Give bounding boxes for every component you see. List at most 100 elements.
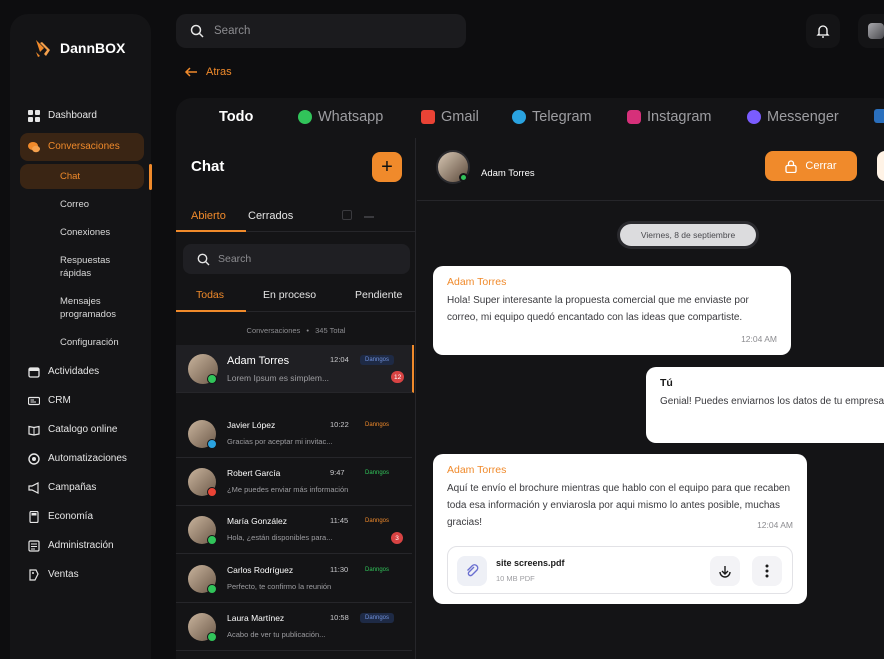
- tab-indicator: [176, 230, 246, 232]
- contact-name: Adam Torres: [227, 355, 290, 367]
- sidebar-item-label: CRM: [48, 395, 71, 406]
- contact-name: Laura Martínez: [227, 613, 285, 623]
- online-status-dot: [459, 173, 468, 182]
- tab-messenger[interactable]: Messenger: [747, 109, 839, 125]
- source-channel-icon: [207, 584, 217, 594]
- message-time: 11:30: [330, 565, 349, 574]
- sidebar-item-economia[interactable]: Economía: [20, 503, 144, 531]
- tab-abierto[interactable]: Abierto: [191, 210, 226, 222]
- count-total: 345 Total: [315, 326, 346, 335]
- message-preview: ¿Me puedes enviar más información: [227, 485, 349, 494]
- sidebar-sub-chat[interactable]: Chat: [20, 164, 152, 190]
- chat-search-input[interactable]: Search: [183, 244, 410, 274]
- date-separator: Viernes, 8 de septiembre: [620, 224, 756, 246]
- instagram-icon: [627, 110, 641, 124]
- chat-bubbles-icon: [28, 141, 40, 153]
- contact-name: María González: [227, 516, 287, 526]
- sidebar-sub-configuracion[interactable]: Configuración: [20, 330, 144, 355]
- download-button[interactable]: [710, 556, 740, 586]
- message-time: 12:04: [330, 355, 349, 364]
- contact-name: Javier López: [227, 420, 276, 430]
- brand-logo[interactable]: DannBOX: [34, 38, 125, 58]
- list-title: Chat: [191, 158, 225, 175]
- sidebar-item-label: Actividades: [48, 366, 100, 377]
- sidebar-item-actividades[interactable]: Actividades: [20, 358, 144, 386]
- count-label: Conversaciones: [246, 326, 301, 335]
- file-attachment[interactable]: site screens.pdf 10 MB PDF: [447, 546, 793, 594]
- filter-todas[interactable]: Todas: [196, 289, 224, 301]
- file-options-button[interactable]: [752, 556, 782, 586]
- agent-tag: Danngos: [365, 470, 390, 476]
- sidebar-item-crm[interactable]: CRM: [20, 387, 144, 415]
- download-icon: [719, 566, 731, 578]
- sidebar-sub-label: Mensajes programados: [60, 296, 116, 320]
- tab-cerrados[interactable]: Cerrados: [248, 210, 293, 222]
- filter-icon[interactable]: [342, 210, 352, 220]
- lock-icon: [785, 159, 798, 173]
- conversation-item[interactable]: María González 11:45 Hola, ¿están disponib…: [176, 506, 412, 554]
- tab-todo[interactable]: Todo: [219, 109, 253, 125]
- sidebar-sub-correo[interactable]: Correo: [20, 192, 144, 217]
- status-tabs: Abierto Cerrados: [176, 202, 416, 232]
- tab-whatsapp[interactable]: Whatsapp: [298, 109, 383, 125]
- automation-icon: [28, 453, 40, 465]
- tab-more[interactable]: [874, 109, 884, 123]
- grid-icon: [28, 110, 40, 122]
- chat-header: Adam Torres Cerrar: [417, 138, 884, 201]
- back-link[interactable]: Atras: [184, 66, 232, 78]
- conversation-item[interactable]: Javier López 10:22 Gracias por aceptar mi …: [176, 410, 412, 458]
- main-panel: Todo Whatsapp Gmail Telegram Instagram M…: [176, 98, 884, 659]
- sidebar-item-conversaciones[interactable]: Conversaciones: [20, 133, 144, 161]
- message-incoming-attachment: Adam Torres Aquí te envío el brochure mi…: [433, 454, 807, 604]
- tab-label: Messenger: [767, 109, 839, 125]
- telegram-icon: [512, 110, 526, 124]
- tab-gmail[interactable]: Gmail: [421, 109, 479, 125]
- conversation-count: Conversaciones • 345 Total: [176, 326, 416, 335]
- sidebar-item-administracion[interactable]: Administración: [20, 532, 144, 560]
- tab-instagram[interactable]: Instagram: [627, 109, 711, 125]
- conversation-item[interactable]: Robert García 9:47 ¿Me puedes enviar más i…: [176, 458, 412, 506]
- notifications-button[interactable]: [806, 14, 840, 48]
- bell-icon: [816, 25, 830, 38]
- sidebar-item-ventas[interactable]: Ventas: [20, 561, 144, 589]
- source-channel-icon: [207, 535, 217, 545]
- message-time: 11:45: [330, 516, 349, 525]
- contact-name: Carlos Rodríguez: [227, 565, 294, 575]
- message-preview: Acabo de ver tu publicación...: [227, 630, 326, 639]
- download-icon[interactable]: [364, 208, 374, 218]
- agent-tag: Danngos: [360, 355, 395, 365]
- message-preview: Gracias por aceptar mi invitac...: [227, 437, 333, 446]
- tab-telegram[interactable]: Telegram: [512, 109, 592, 125]
- sidebar-item-label: Dashboard: [48, 110, 97, 121]
- sidebar-sub-mensajes[interactable]: Mensajes programados: [20, 289, 125, 327]
- sidebar-sub-respuestas[interactable]: Respuestas rápidas: [20, 248, 125, 286]
- message-time: 10:22: [330, 420, 349, 429]
- new-chat-button[interactable]: +: [372, 152, 402, 182]
- global-search-input[interactable]: Search: [176, 14, 466, 48]
- message-preview: Lorem Ipsum es simplem...: [227, 373, 330, 383]
- message-preview: Hola, ¿están disponibles para...: [227, 533, 333, 542]
- filter-pendiente[interactable]: Pendiente: [355, 289, 402, 301]
- close-chat-button[interactable]: Cerrar: [765, 151, 857, 181]
- message-sender: Adam Torres: [447, 276, 507, 288]
- conversation-item[interactable]: Carlos Rodríguez 11:30 Perfecto, te confir…: [176, 555, 412, 603]
- source-channel-icon: [207, 374, 217, 384]
- more-actions-button[interactable]: [877, 151, 884, 181]
- user-avatar-button[interactable]: [858, 14, 884, 48]
- conversation-item[interactable]: Laura Martínez 10:58 Acabo de ver tu publi…: [176, 603, 412, 651]
- sidebar-item-label: Economía: [48, 511, 94, 522]
- linkedin-icon: [874, 109, 884, 123]
- search-icon: [190, 24, 204, 38]
- sidebar-item-catalogo[interactable]: Catalogo online: [20, 416, 144, 444]
- sidebar-item-dashboard[interactable]: Dashboard: [20, 102, 144, 130]
- conversation-item[interactable]: Adam Torres 12:04 Lorem Ipsum es simplem..…: [176, 345, 414, 393]
- app: DannBOX Dashboard Conversaciones Chat Co…: [0, 0, 884, 659]
- sidebar-sub-conexiones[interactable]: Conexiones: [20, 220, 144, 245]
- sidebar-item-automatizaciones[interactable]: Automatizaciones: [20, 445, 144, 473]
- paperclip-icon: [457, 556, 487, 586]
- sidebar-nav: Dashboard Conversaciones Chat Correo Con…: [20, 102, 152, 589]
- sidebar-item-campanas[interactable]: Campañas: [20, 474, 144, 502]
- filter-en-proceso[interactable]: En proceso: [263, 289, 316, 301]
- message-preview: Perfecto, te confirmo la reunión: [227, 582, 332, 591]
- plus-icon: +: [381, 155, 393, 178]
